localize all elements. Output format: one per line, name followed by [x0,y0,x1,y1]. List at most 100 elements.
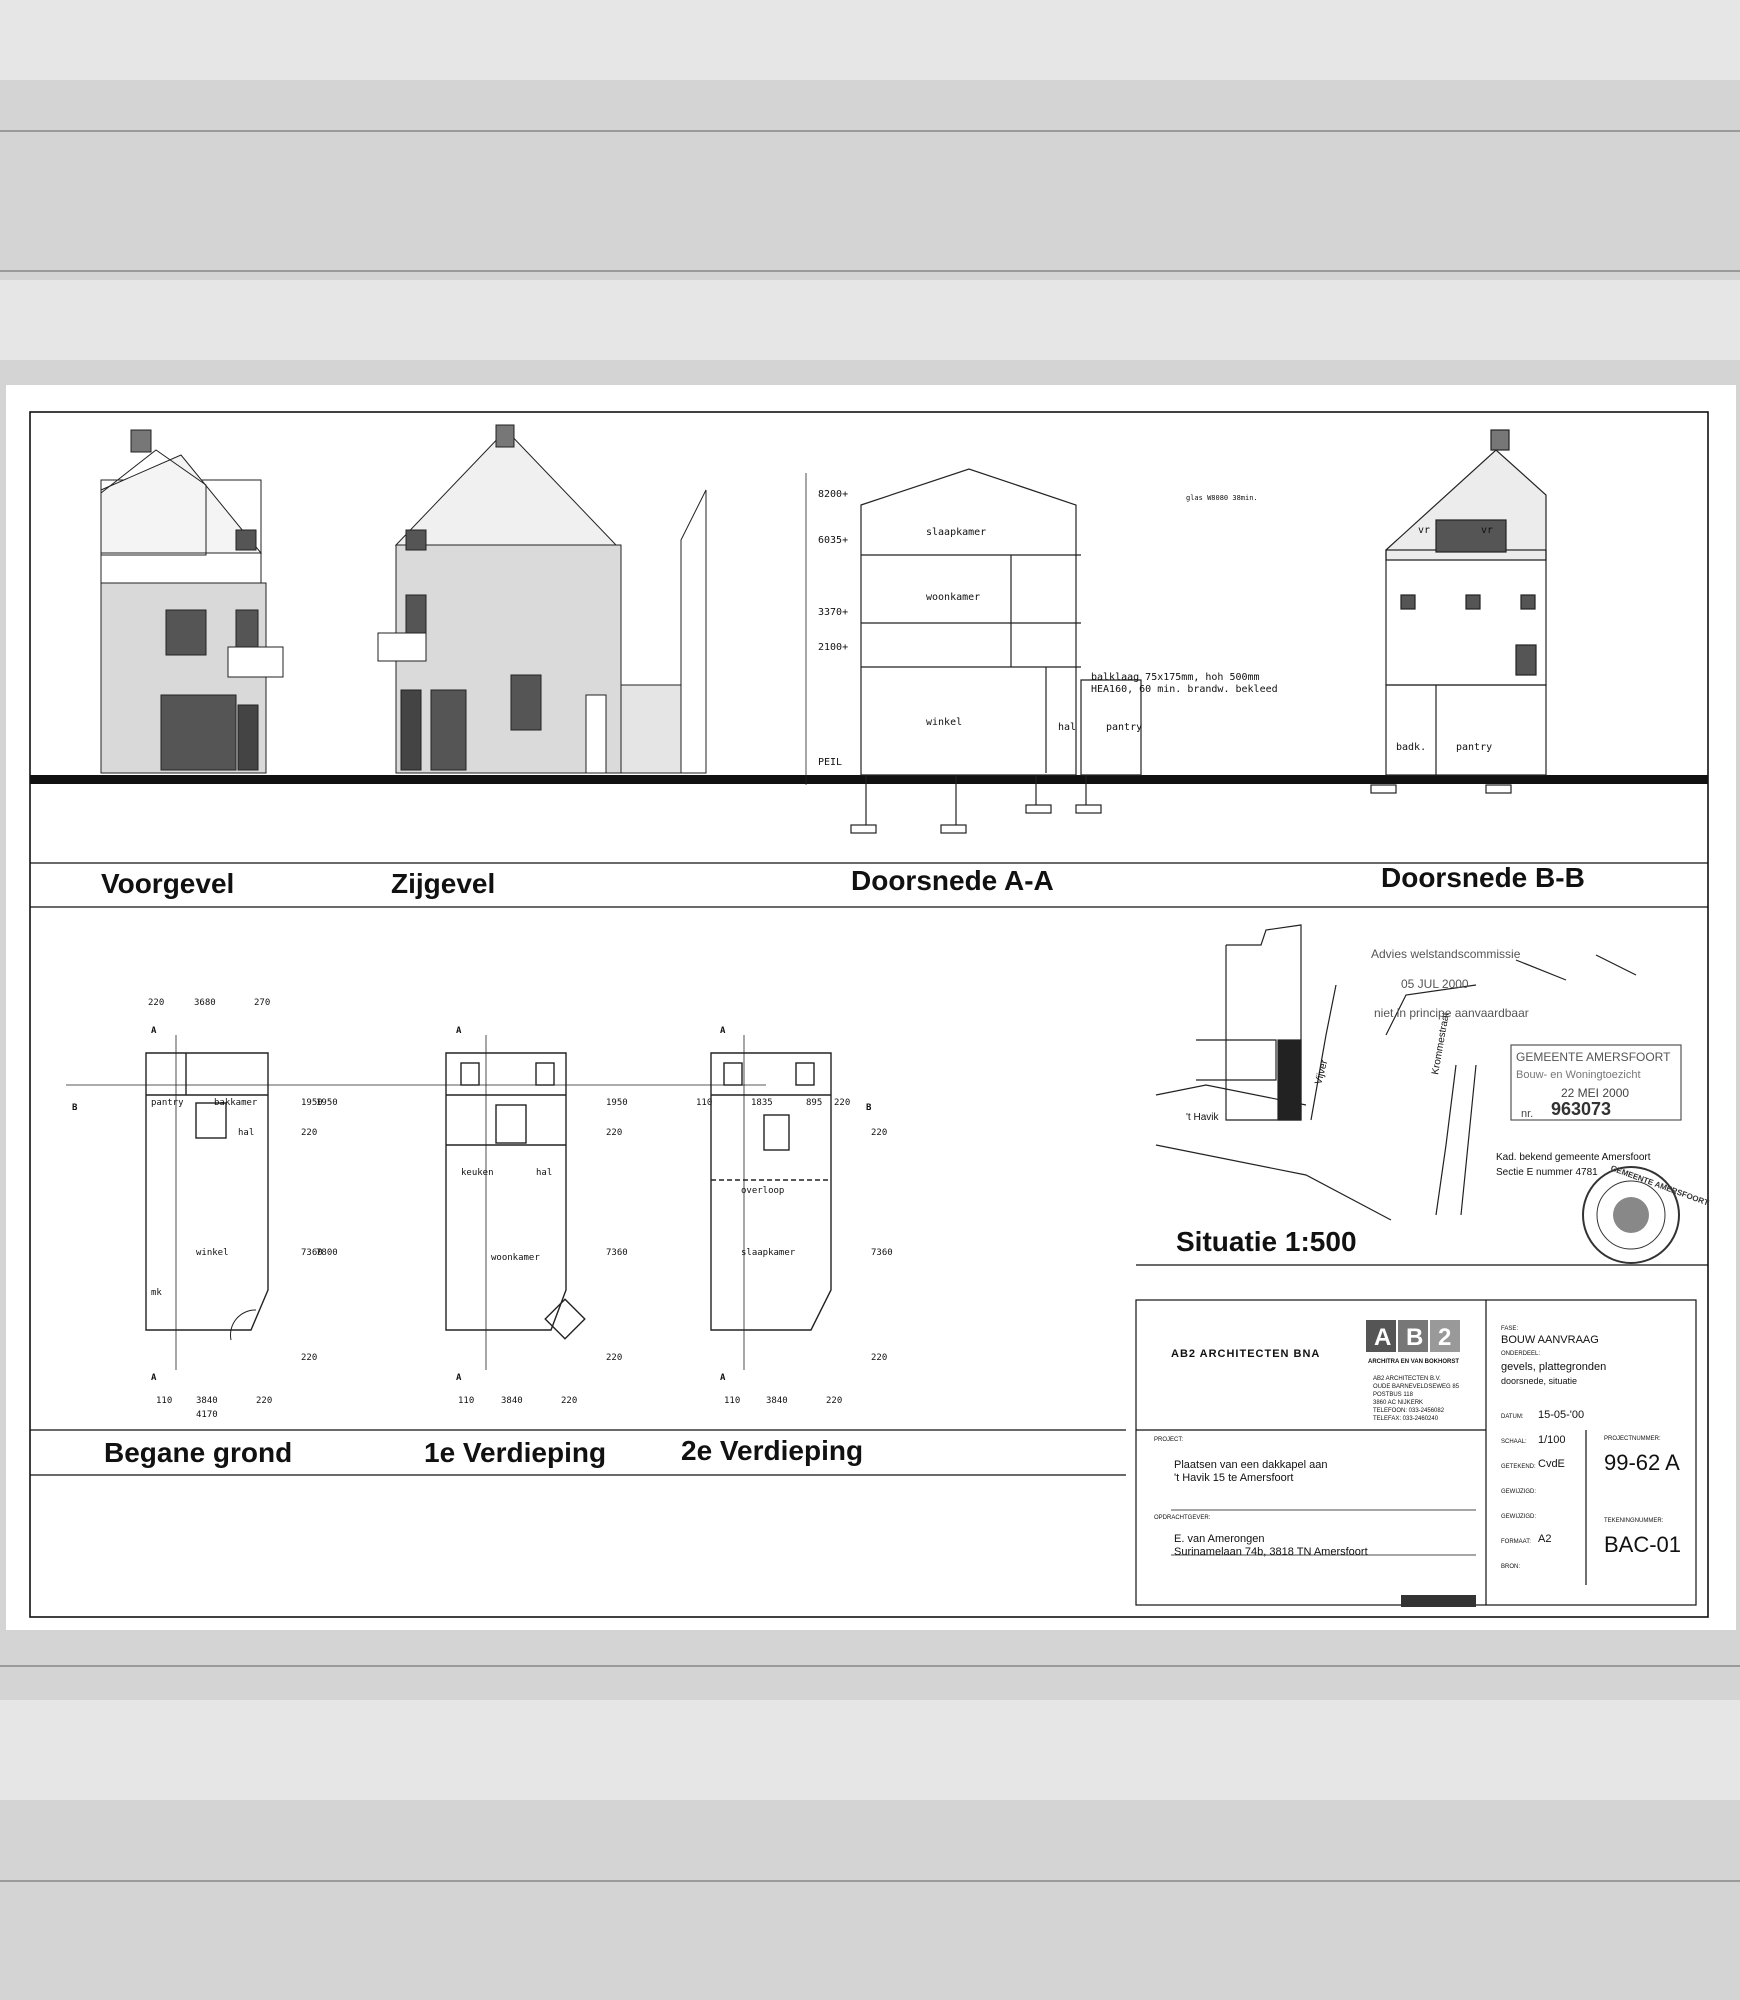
firm-name: AB2 ARCHITECTEN BNA [1171,1348,1320,1360]
scan-band [0,280,1740,360]
dim-ground-right-220: 220 [301,1128,317,1138]
ab2-logo: A B 2 ARCHITRA EN VAN BOKHORST [1366,1320,1460,1365]
room-pantry-plan: pantry [151,1098,184,1108]
dim-second-right-1: 220 [871,1128,887,1138]
dim-first-bottom-3: 220 [561,1396,577,1406]
gewijzigd-label-2: GEWIJZIGD: [1501,1514,1536,1520]
project-label: PROJECT: [1154,1437,1183,1443]
architectural-drawing: 8200+ 6035+ 3370+ 2100+ PEIL slaapkamer … [29,411,1710,1618]
dim-first-bottom-1: 110 [458,1396,474,1406]
room-pantry: pantry [1106,722,1142,733]
dim-first-right-2: 220 [606,1128,622,1138]
dim-ground-right-1950b: 1950 [316,1098,338,1108]
room-pantry-bb: pantry [1456,742,1492,753]
title-zijgevel: Zijgevel [391,868,495,899]
title-voorgevel: Voorgevel [101,868,234,899]
mark-a-ground-top: A [151,1026,157,1036]
mark-a-first-top: A [456,1026,462,1036]
tekeningnummer-value: BAC-01 [1604,1532,1681,1557]
mark-a-ground-bottom: A [151,1373,157,1383]
zijgevel-elevation [377,424,707,774]
dim-second-right-3: 220 [871,1353,887,1363]
dim-first-right-1: 1950 [606,1098,628,1108]
stamp-nr-label: nr. [1521,1108,1533,1120]
formaat-label: FORMAAT: [1501,1539,1531,1545]
dim-second-bottom-2: 3840 [766,1396,788,1406]
dim-ground-bottom-3: 220 [256,1396,272,1406]
opdrachtgever-label: OPDRACHTGEVER: [1154,1515,1211,1521]
street-vijver: Vijver [1313,1058,1330,1085]
fase-label: FASE: [1501,1326,1518,1332]
level-2100: 2100+ [818,642,848,653]
dim-first-bottom-2: 3840 [501,1396,523,1406]
level-peil: PEIL [818,757,842,768]
scan-line [0,1880,1740,1882]
advies-label: Advies welstandscommissie [1371,947,1521,961]
title-doorsnede-bb: Doorsnede B-B [1381,862,1585,893]
address-line-4: 3860 AC NIJKERK [1373,1400,1423,1406]
advies-verdict: niet in principe aanvaardbaar [1374,1006,1529,1020]
cadastre-line-2: Sectie E nummer 4781 [1496,1167,1598,1178]
room-hal-plan: hal [238,1128,254,1138]
bron-label: BRON: [1501,1564,1520,1570]
title-begane-grond: Begane grond [104,1437,292,1468]
getekend-value: CvdE [1538,1458,1565,1470]
stamp-line-2: Bouw- en Woningtoezicht [1516,1069,1641,1081]
plan-begane-grond [66,1035,766,1370]
mark-b-ground: B [72,1103,78,1113]
doorsnede-bb [1370,429,1547,794]
mark-a-first-bottom: A [456,1373,462,1383]
dim-second-bottom-3: 220 [826,1396,842,1406]
formaat-value: A2 [1538,1533,1551,1545]
dim-ground-top-3: 270 [254,998,270,1008]
room-badk: badk. [1396,742,1426,753]
dim-first-right-3: 7360 [606,1248,628,1258]
title-doorsnede-aa: Doorsnede A-A [851,865,1054,896]
datum-label: DATUM: [1501,1414,1524,1420]
datum-value: 15-05-'00 [1538,1409,1584,1421]
note-beam-2: HEA160, 60 min. brandw. bekleed [1091,684,1278,695]
drawing-sheet: 8200+ 6035+ 3370+ 2100+ PEIL slaapkamer … [6,385,1736,1630]
room-keuken: keuken [461,1168,494,1178]
projectnummer-label: PROJECTNUMMER: [1604,1436,1661,1442]
gemeente-seal: GEMEENTE AMERSFOORT [1582,1164,1710,1264]
scan-line [0,270,1740,272]
onderdeel-line-2: doorsnede, situatie [1501,1376,1577,1386]
logo-digit-2: 2 [1438,1324,1451,1351]
address-line-2: OUDE BARNEVELDSEWEG 85 [1373,1384,1460,1390]
gewijzigd-label: GEWIJZIGD: [1501,1489,1536,1495]
note-glass: glas W8080 38min. [1186,494,1258,502]
dim-second-top-4: 220 [834,1098,850,1108]
level-3370: 3370+ [818,607,848,618]
dim-second-top-1: 110 [696,1098,712,1108]
plan-2e-verdieping [710,1035,832,1370]
stamp-date: 22 MEI 2000 [1561,1086,1629,1100]
opdrachtgever-line-2: Surinamelaan 74b, 3818 TN Amersfoort [1174,1546,1368,1558]
mark-a-second-top: A [720,1026,726,1036]
dim-second-top-2: 1835 [751,1098,773,1108]
room-woonkamer: woonkamer [926,592,980,603]
street-havik: 't Havik [1186,1112,1219,1123]
title-situatie: Situatie 1:500 [1176,1226,1357,1257]
address-line-6: TELEFAX: 033-2460240 [1373,1416,1439,1422]
getekend-label: GETEKEND: [1501,1464,1536,1470]
room-overloop: overloop [741,1186,784,1196]
scan-line [0,130,1740,132]
dim-second-bottom-1: 110 [724,1396,740,1406]
mark-b-second: B [866,1103,872,1113]
logo-subtitle: ARCHITRA EN VAN BOKHORST [1368,1359,1459,1365]
stamp-line-1: GEMEENTE AMERSFOORT [1516,1050,1671,1064]
dim-ground-top-1: 220 [148,998,164,1008]
room-winkel: winkel [926,717,962,728]
gemeente-stamp: GEMEENTE AMERSFOORT Bouw- en Woningtoezi… [1510,1044,1682,1121]
address-line-1: AB2 ARCHITECTEN B.V. [1373,1376,1441,1382]
room-woonkamer-plan: woonkamer [491,1253,540,1263]
dim-ground-bottom-1: 110 [156,1396,172,1406]
dim-ground-bottom-4: 4170 [196,1410,218,1420]
schaal-value: 1/100 [1538,1434,1566,1446]
logo-letter-b: B [1406,1324,1423,1351]
ground-line [30,775,1708,784]
project-line-2: 't Havik 15 te Amersfoort [1174,1472,1293,1484]
dim-ground-right-220b: 220 [301,1353,317,1363]
dim-first-right-4: 220 [606,1353,622,1363]
